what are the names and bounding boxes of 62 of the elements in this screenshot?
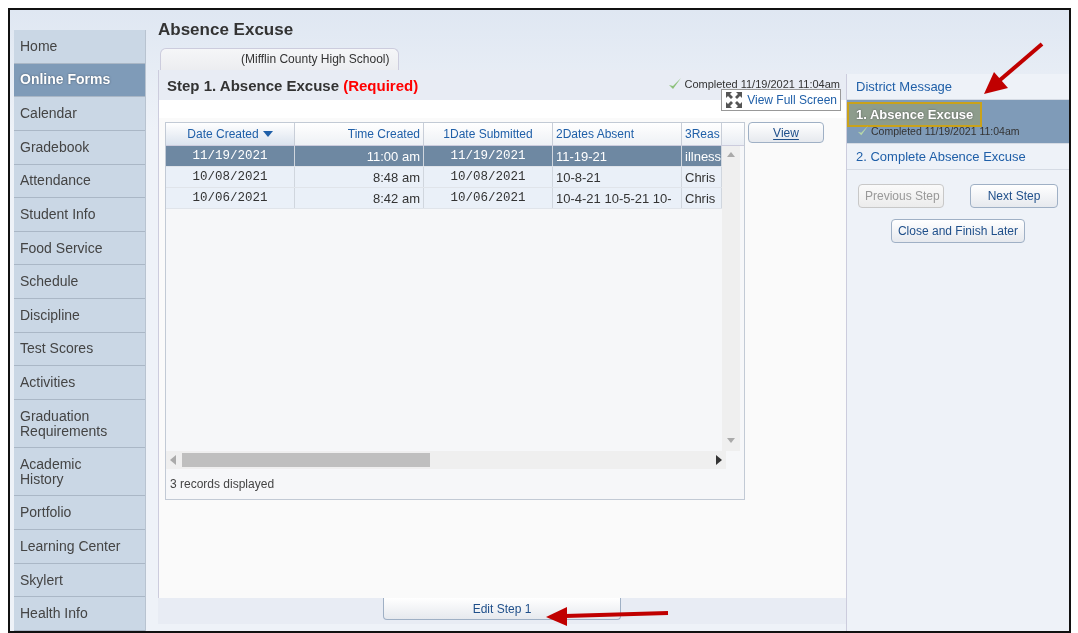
- column-header[interactable]: Date Created: [166, 123, 295, 145]
- vertical-scrollbar[interactable]: [722, 146, 740, 451]
- sidebar-item[interactable]: Graduation Requirements: [14, 399, 145, 449]
- expand-icon: [725, 91, 744, 109]
- sidebar-item[interactable]: Calendar: [14, 97, 145, 131]
- step-button[interactable]: Next Step: [970, 184, 1058, 208]
- step-button[interactable]: Close and Finish Later: [890, 219, 1026, 243]
- sort-down-icon: [262, 131, 273, 137]
- scroll-up-icon[interactable]: [727, 152, 735, 157]
- sidebar-item[interactable]: Home: [14, 30, 145, 64]
- sidebar-item[interactable]: Skylert: [14, 563, 145, 598]
- step-label: 1. Absence Excuse: [847, 102, 983, 127]
- step-title: Step 1. Absence Excuse (Required): [167, 76, 419, 94]
- table-cell: 10-4-21 10-5-21 10-: [553, 188, 682, 208]
- sidebar-item[interactable]: Portfolio: [14, 496, 145, 531]
- table-row[interactable]: 10/06/2021 8:42 am 10/06/2021 10-4-21 10-5-21 10- Chris: [166, 188, 722, 209]
- table-row[interactable]: 10/08/2021 8:48 am 10/08/2021 10-8-21 Chris: [166, 167, 722, 188]
- full-screen-button[interactable]: View Full Screen: [721, 89, 841, 111]
- sidebar-item[interactable]: Student Info: [14, 198, 145, 232]
- table-cell: 10/08/2021: [424, 167, 553, 187]
- view-button[interactable]: View: [748, 122, 824, 143]
- sidebar-item[interactable]: Discipline: [14, 299, 145, 333]
- sidebar-item[interactable]: Schedule: [14, 265, 145, 299]
- scroll-left-icon[interactable]: [170, 455, 176, 465]
- sidebar-item[interactable]: Academic History: [14, 448, 145, 497]
- records-count: 3 records displayed: [169, 476, 276, 493]
- column-header[interactable]: 1Date Submitted: [424, 123, 553, 145]
- sidebar-item[interactable]: Learning Center: [14, 530, 145, 564]
- table-row[interactable]: 11/19/2021 11:00 am 11/19/2021 11-19-21 illness: [166, 146, 722, 167]
- column-header[interactable]: 2Dates Absent: [553, 123, 682, 145]
- table-cell: 11/19/2021: [166, 146, 295, 166]
- horizontal-scrollbar[interactable]: [166, 451, 726, 469]
- table-cell: 8:48 am: [295, 167, 424, 187]
- sidebar-item[interactable]: Gradebook: [14, 130, 145, 165]
- sidebar-item[interactable]: Attendance: [14, 164, 145, 199]
- table-cell: 11-19-21: [553, 146, 682, 166]
- check-icon: [857, 125, 869, 137]
- table-cell: 11:00 am: [295, 146, 424, 166]
- scroll-right-icon[interactable]: [716, 455, 722, 465]
- page-title: Absence Excuse: [158, 20, 295, 41]
- table-cell: 10/08/2021: [166, 167, 295, 187]
- school-tab[interactable]: (Mifflin County High School): [160, 48, 399, 70]
- step-label: 2. Complete Absence Excuse: [856, 149, 1026, 164]
- arrow-annotation: [984, 42, 1044, 94]
- completed-status: Completed 11/19/2021 11:04am: [684, 78, 840, 90]
- step-status: Completed 11/19/2021 11:04am: [871, 125, 1020, 137]
- edit-step-button[interactable]: Edit Step 1: [383, 598, 621, 620]
- step-item[interactable]: 2. Complete Absence Excuse: [847, 144, 1069, 170]
- column-header[interactable]: 3Reas: [682, 123, 722, 145]
- column-header[interactable]: Time Created: [295, 123, 424, 145]
- step-item[interactable]: 1. Absence Excuse Completed 11/19/2021 11:04am: [847, 100, 1069, 144]
- scroll-down-icon[interactable]: [727, 438, 735, 443]
- table-cell: 10-8-21: [553, 167, 682, 187]
- sidebar-item[interactable]: Activities: [14, 366, 145, 400]
- table-cell: 8:42 am: [295, 188, 424, 208]
- step-label: District Message: [856, 79, 953, 94]
- table-cell: 10/06/2021: [424, 188, 553, 208]
- sidebar-item[interactable]: Health Info: [14, 597, 145, 631]
- table-cell: 10/06/2021: [166, 188, 295, 208]
- table-cell: 11/19/2021: [424, 146, 553, 166]
- sidebar-item[interactable]: Food Service: [14, 231, 145, 266]
- sidebar-item[interactable]: Test Scores: [14, 332, 145, 367]
